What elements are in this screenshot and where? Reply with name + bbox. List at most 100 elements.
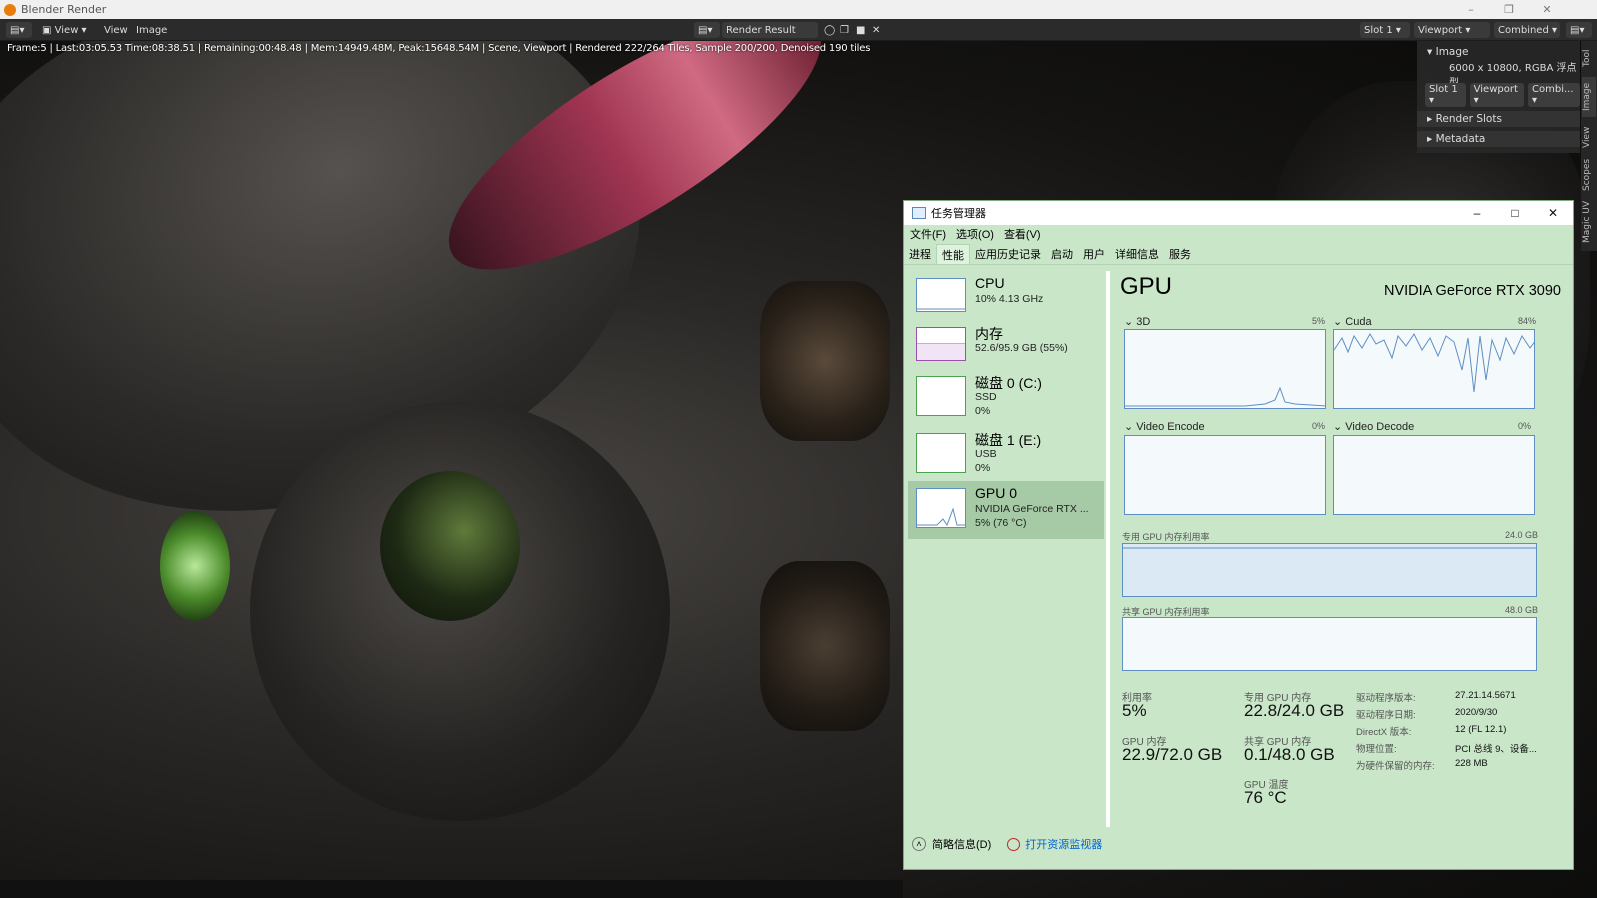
render-slots-section[interactable]: ▸ Render Slots: [1417, 111, 1580, 127]
perf-item-detail: 52.6/95.9 GB (55%): [975, 342, 1068, 354]
image-resolution: 6000 x 10800, RGBA 浮点型: [1449, 63, 1577, 89]
npanel-combined-dropdown[interactable]: Combi... ▾: [1528, 83, 1580, 107]
view-menu[interactable]: View: [100, 22, 132, 38]
slot-dropdown[interactable]: Slot 1 ▾: [1360, 22, 1410, 38]
dedicated-mem-label: 专用 GPU 内存利用率: [1122, 532, 1210, 542]
perf-item-title: GPU 0: [975, 485, 1018, 501]
tm-footer: ˄ 简略信息(D) 打开资源监视器: [904, 824, 1573, 864]
render-slots-label: Render Slots: [1435, 113, 1502, 125]
perf-list: CPU 10% 4.13 GHz 内存 52.6/95.9 GB (55%) 磁…: [908, 271, 1104, 827]
npanel-viewport-label: Viewport: [1473, 84, 1518, 95]
maximize-icon[interactable]: ❐: [1490, 0, 1528, 19]
menu-options[interactable]: 选项(O): [956, 226, 994, 242]
perf-item-title: 内存: [975, 326, 1003, 342]
tab-performance[interactable]: 性能: [936, 244, 970, 264]
perf-item-title: 磁盘 1 (E:): [975, 432, 1042, 448]
reserved-mem-value: 228 MB: [1455, 758, 1488, 769]
perf-item-gpu0[interactable]: GPU 0 NVIDIA GeForce RTX ... 5% (76 °C): [908, 481, 1104, 539]
util-value: 5%: [1122, 701, 1147, 720]
shared-mem-stat-value: 0.1/48.0 GB: [1244, 745, 1335, 764]
menu-view[interactable]: 查看(V): [1004, 226, 1041, 242]
engine-cuda-pct: 84%: [1518, 316, 1537, 326]
tm-maximize-icon[interactable]: □: [1496, 201, 1534, 225]
npanel-slot-dropdown[interactable]: Slot 1 ▾: [1425, 83, 1466, 107]
slot-label: Slot 1: [1364, 24, 1393, 36]
perf-item-value: 5% (76 °C): [975, 517, 1027, 529]
menu-file[interactable]: 文件(F): [910, 226, 946, 242]
tab-app-history[interactable]: 应用历史记录: [970, 244, 1046, 264]
driver-version-label: 驱动程序版本:: [1356, 693, 1416, 704]
tab-view[interactable]: View: [1582, 121, 1596, 153]
engine-decode-graph: [1333, 435, 1535, 515]
metadata-section[interactable]: ▸ Metadata: [1417, 131, 1580, 147]
green-eye-shape: [380, 471, 520, 621]
tab-image[interactable]: Image: [1582, 77, 1596, 117]
display-channels-icon[interactable]: ▤▾: [1566, 22, 1592, 38]
engine-decode-selector[interactable]: ⌄ Video Decode: [1333, 420, 1414, 433]
disk1-mini-graph: [916, 433, 966, 473]
open-resource-monitor-link[interactable]: 打开资源监视器: [1007, 836, 1102, 852]
duplicate-icon[interactable]: ❐: [836, 22, 853, 38]
close-icon[interactable]: ✕: [1528, 0, 1566, 19]
dedicated-mem-max: 24.0 GB: [1505, 530, 1539, 540]
tab-magic-uv[interactable]: Magic UV: [1582, 197, 1596, 247]
tab-users[interactable]: 用户: [1078, 244, 1110, 264]
perf-item-disk1[interactable]: 磁盘 1 (E:) USB 0%: [908, 426, 1104, 484]
summary-toggle[interactable]: ˄ 简略信息(D): [912, 836, 991, 852]
tab-details[interactable]: 详细信息: [1110, 244, 1164, 264]
perf-item-title: CPU: [975, 275, 1005, 291]
view-mode-label: View: [54, 24, 79, 36]
chevron-up-icon: ˄: [912, 837, 926, 851]
render-stats-text: Frame:5 | Last:03:05.53 Time:08:38.51 | …: [7, 43, 871, 54]
hex-socket-shape-2: [760, 561, 890, 731]
combined-dropdown[interactable]: Combined ▾: [1494, 22, 1560, 38]
tab-processes[interactable]: 进程: [904, 244, 936, 264]
tab-services[interactable]: 服务: [1164, 244, 1196, 264]
engine-3d-selector[interactable]: ⌄ 3D: [1124, 315, 1150, 328]
view-mode-dropdown[interactable]: ▣ View ▾: [38, 22, 91, 38]
tab-scopes[interactable]: Scopes: [1582, 155, 1596, 195]
perf-item-disk0[interactable]: 磁盘 0 (C:) SSD 0%: [908, 369, 1104, 427]
npanel-viewport-dropdown[interactable]: Viewport ▾: [1469, 83, 1525, 107]
npanel-combined-label: Combi...: [1532, 84, 1574, 95]
engine-cuda-selector[interactable]: ⌄ Cuda: [1333, 315, 1372, 328]
folder-icon[interactable]: ■: [852, 22, 869, 38]
engine-encode-selector[interactable]: ⌄ Video Encode: [1124, 420, 1205, 433]
hex-socket-shape: [760, 281, 890, 441]
engine-3d-label: 3D: [1136, 316, 1151, 328]
summary-label: 简略信息(D): [932, 839, 992, 851]
tm-close-icon[interactable]: ✕: [1534, 201, 1572, 225]
perf-item-detail: NVIDIA GeForce RTX ...: [975, 503, 1089, 515]
perf-item-detail: 10% 4.13 GHz: [975, 293, 1044, 305]
driver-date-label: 驱动程序日期:: [1356, 710, 1416, 721]
image-section-header[interactable]: ▾ Image: [1417, 44, 1580, 60]
image-browse-icon[interactable]: ▤▾: [694, 22, 720, 38]
render-result-field[interactable]: Render Result: [722, 22, 818, 38]
tm-minimize-icon[interactable]: –: [1458, 201, 1496, 225]
engine-encode-label: Video Encode: [1136, 421, 1205, 433]
shared-mem-max: 48.0 GB: [1505, 605, 1539, 615]
engine-3d-graph: [1124, 329, 1326, 409]
shared-mem-graph: [1122, 617, 1537, 671]
resource-monitor-icon: [1007, 837, 1021, 851]
engine-encode-graph: [1124, 435, 1326, 515]
expand-down-icon: ▾: [1427, 46, 1436, 58]
perf-item-value: 0%: [975, 405, 991, 417]
perf-item-detail: SSD: [975, 391, 997, 403]
minimize-icon[interactable]: –: [1452, 0, 1490, 19]
disk0-mini-graph: [916, 376, 966, 416]
gpu-detail-pane: GPU NVIDIA GeForce RTX 3090 ⌄ 3D 5% ⌄ Cu…: [1110, 265, 1573, 840]
unlink-icon[interactable]: ✕: [868, 22, 884, 38]
editor-type-icon[interactable]: ▤▾: [6, 22, 32, 38]
image-section-label: Image: [1435, 46, 1469, 58]
metadata-label: Metadata: [1435, 133, 1486, 145]
image-sidebar-panel: ▾ Image 6000 x 10800, RGBA 浮点型 Slot 1 ▾ …: [1417, 41, 1580, 153]
image-menu[interactable]: Image: [132, 22, 171, 38]
tab-tool[interactable]: Tool: [1582, 43, 1596, 73]
tm-tabs: 进程 性能 应用历史记录 启动 用户 详细信息 服务: [904, 243, 1573, 265]
gpu-heading: GPU: [1120, 273, 1173, 300]
task-manager-window: 任务管理器 – □ ✕ 文件(F) 选项(O) 查看(V) 进程 性能 应用历史…: [903, 200, 1574, 870]
viewport-dropdown[interactable]: Viewport ▾: [1414, 22, 1490, 38]
temp-value: 76 °C: [1244, 788, 1287, 807]
tab-startup[interactable]: 启动: [1046, 244, 1078, 264]
